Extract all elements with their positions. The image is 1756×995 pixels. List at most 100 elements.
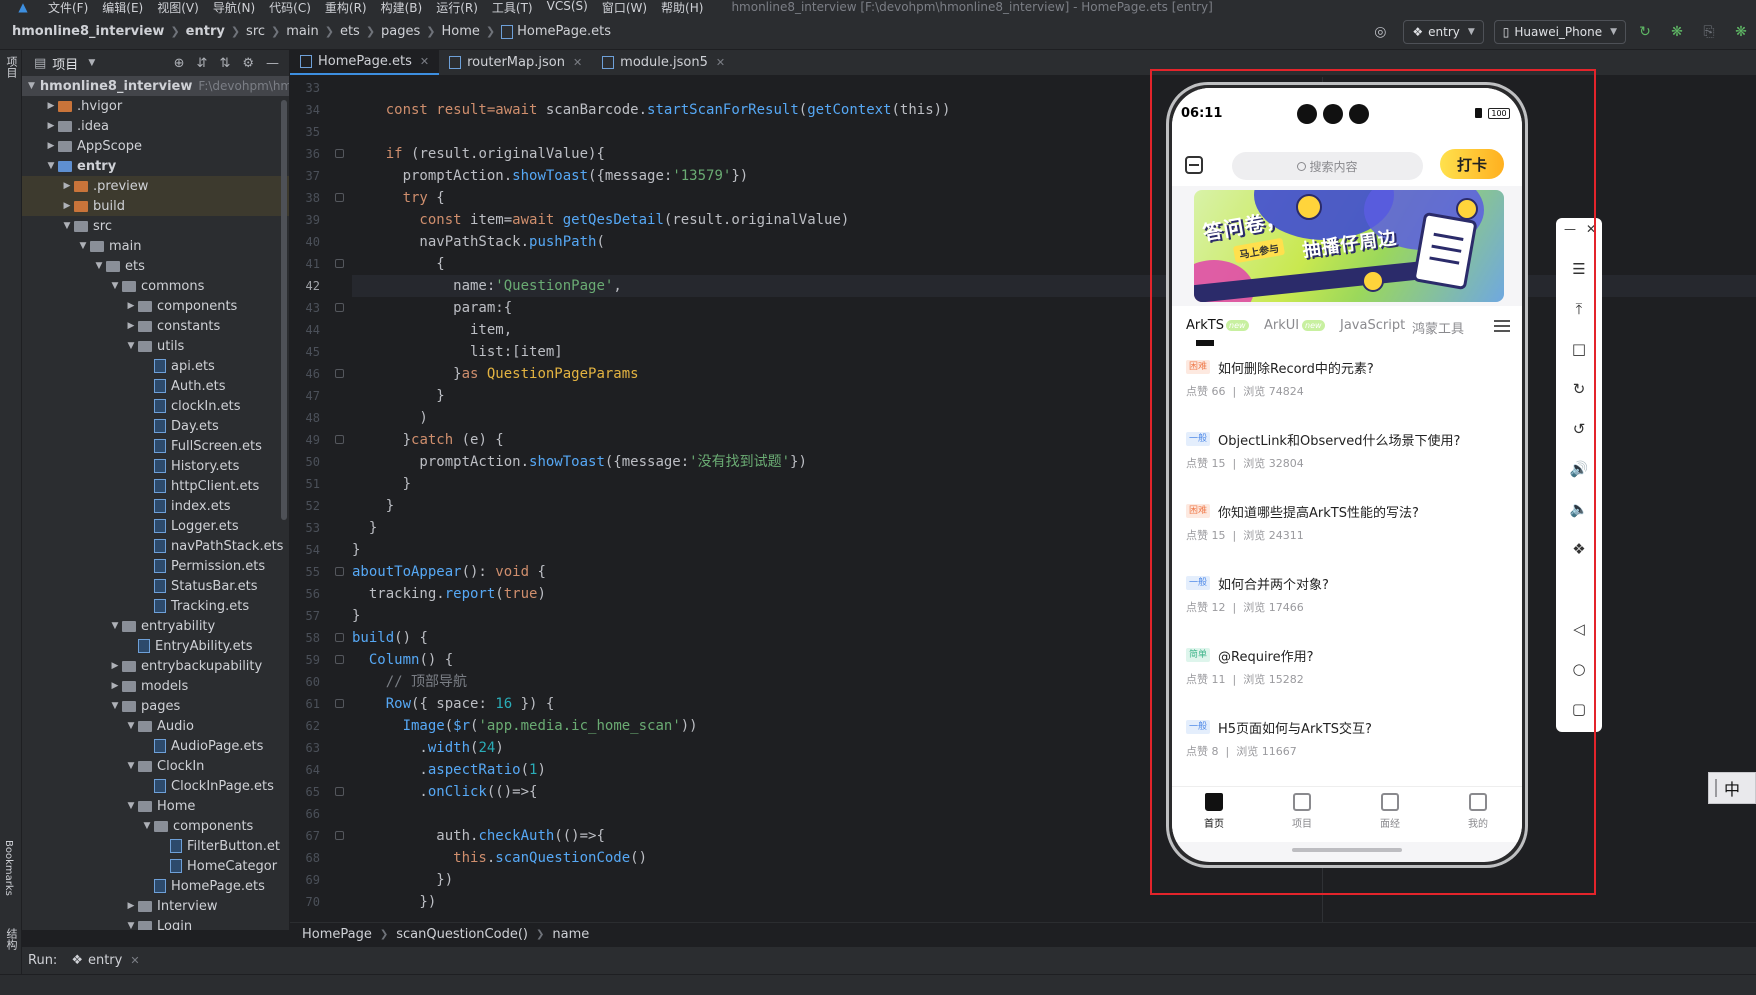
chevron-down-icon[interactable]: ▼: [124, 761, 138, 771]
chevron-down-icon[interactable]: ▼: [108, 621, 122, 631]
category-tab[interactable]: 鸿蒙工具: [1412, 318, 1470, 337]
chevron-down-icon[interactable]: ▼: [88, 58, 95, 68]
tree-item[interactable]: AudioPage.ets: [22, 736, 289, 756]
tree-item[interactable]: Auth.ets: [22, 376, 289, 396]
code-line[interactable]: try {: [352, 187, 1756, 209]
debug-icon[interactable]: ❋: [1668, 23, 1686, 41]
question-item[interactable]: 一般 ObjectLink和Observed什么场景下使用? 点赞 15 | 浏览 32…: [1172, 418, 1522, 490]
editor-tab[interactable]: routerMap.json ✕: [439, 49, 592, 75]
minimize-icon[interactable]: —: [266, 56, 279, 71]
tree-item[interactable]: StatusBar.ets: [22, 576, 289, 596]
chevron-down-icon[interactable]: ▼: [124, 801, 138, 811]
code-line[interactable]: }: [352, 517, 1756, 539]
code-line[interactable]: item,: [352, 319, 1756, 341]
code-editor[interactable]: const result=await scanBarcode.startScan…: [352, 77, 1756, 922]
bookmarks-tool-button[interactable]: Bookmarks: [3, 840, 14, 896]
fold-marker-icon[interactable]: [335, 655, 344, 664]
code-line[interactable]: }: [352, 473, 1756, 495]
tree-scrollbar[interactable]: [281, 100, 287, 520]
code-line[interactable]: navPathStack.pushPath(: [352, 231, 1756, 253]
code-line[interactable]: [352, 77, 1756, 99]
fold-marker-icon[interactable]: [335, 699, 344, 708]
tree-item[interactable]: Permission.ets: [22, 556, 289, 576]
tree-item[interactable]: Logger.ets: [22, 516, 289, 536]
chevron-right-icon[interactable]: ▶: [108, 661, 122, 671]
fold-marker-icon[interactable]: [335, 787, 344, 796]
close-icon[interactable]: ✕: [1586, 222, 1596, 236]
question-item[interactable]: 困难 如何删除Record中的元素? 点赞 66 | 浏览 74824: [1172, 346, 1522, 418]
gear-icon[interactable]: ⚙: [242, 56, 254, 71]
attach-debugger-icon[interactable]: ⎘: [1700, 23, 1718, 41]
code-line[interactable]: promptAction.showToast({message:'没有找到试题'…: [352, 451, 1756, 473]
chevron-right-icon[interactable]: ▶: [44, 101, 58, 111]
code-line[interactable]: aboutToAppear(): void {: [352, 561, 1756, 583]
code-line[interactable]: }): [352, 891, 1756, 913]
chevron-down-icon[interactable]: ▼: [60, 221, 74, 231]
fold-marker-icon[interactable]: [335, 303, 344, 312]
tree-item[interactable]: FilterButton.et: [22, 836, 289, 856]
locate-icon[interactable]: ⊕: [174, 56, 185, 71]
bottom-tab-3[interactable]: 面经: [1360, 793, 1420, 830]
code-line[interactable]: }: [352, 539, 1756, 561]
code-line[interactable]: if (result.originalValue){: [352, 143, 1756, 165]
fold-marker-icon[interactable]: [335, 831, 344, 840]
category-tab[interactable]: ArkUI: [1264, 318, 1299, 333]
code-line[interactable]: [352, 803, 1756, 825]
tree-item[interactable]: index.ets: [22, 496, 289, 516]
rotate-icon[interactable]: ↻: [1556, 378, 1602, 400]
tree-item[interactable]: clockIn.ets: [22, 396, 289, 416]
tree-item[interactable]: ▶ .hvigor: [22, 96, 289, 116]
fold-marker-icon[interactable]: [335, 149, 344, 158]
category-tab[interactable]: ArkTS: [1186, 318, 1224, 333]
tree-item[interactable]: HomeCategor: [22, 856, 289, 876]
chevron-down-icon[interactable]: ▼: [108, 281, 122, 291]
pin-top-icon[interactable]: ⤒: [1556, 298, 1602, 320]
chevron-down-icon[interactable]: ▼: [28, 81, 35, 91]
tree-item[interactable]: History.ets: [22, 456, 289, 476]
chevron-down-icon[interactable]: ▼: [124, 341, 138, 351]
code-line[interactable]: {: [352, 253, 1756, 275]
code-line[interactable]: .width(24): [352, 737, 1756, 759]
bottom-tab-1[interactable]: 首页: [1184, 793, 1244, 830]
chevron-down-icon[interactable]: ▼: [140, 821, 154, 831]
fold-marker-icon[interactable]: [335, 435, 344, 444]
editor-tab[interactable]: module.json5 ✕: [592, 49, 735, 75]
breadcrumb-item[interactable]: HomePage.ets: [517, 24, 611, 39]
volume-up-icon[interactable]: 🔊: [1556, 458, 1602, 480]
chevron-right-icon[interactable]: ▶: [124, 301, 138, 311]
fold-marker-icon[interactable]: [335, 633, 344, 642]
tree-item[interactable]: ▼ Login: [22, 916, 289, 930]
category-tab[interactable]: JavaScript: [1340, 318, 1405, 333]
project-panel-title[interactable]: 项目: [52, 54, 78, 73]
back-icon[interactable]: ◁: [1556, 618, 1602, 640]
chevron-right-icon[interactable]: ▶: [124, 321, 138, 331]
volume-down-icon[interactable]: 🔈: [1556, 498, 1602, 520]
tree-item[interactable]: ▶ .idea: [22, 116, 289, 136]
minimize-icon[interactable]: —: [1564, 222, 1576, 236]
rotate-reverse-icon[interactable]: ↺: [1556, 418, 1602, 440]
tree-item[interactable]: ▼ src: [22, 216, 289, 236]
breadcrumb-item[interactable]: src: [246, 24, 265, 39]
home-icon[interactable]: ○: [1556, 658, 1602, 680]
chevron-down-icon[interactable]: ▼: [124, 921, 138, 930]
structure-tool-button[interactable]: 结构: [3, 928, 19, 950]
tree-item[interactable]: ▼ entryability: [22, 616, 289, 636]
chevron-right-icon[interactable]: ▶: [124, 901, 138, 911]
run-config-dropdown[interactable]: ❖ entry ▼: [1403, 20, 1484, 44]
device-dropdown[interactable]: ▯ Huawei_Phone ▼: [1493, 20, 1626, 44]
code-line[interactable]: // 顶部导航: [352, 671, 1756, 693]
code-line[interactable]: Row({ space: 16 }) {: [352, 693, 1756, 715]
search-input[interactable]: 搜索内容: [1232, 152, 1423, 180]
collapse-all-icon[interactable]: ⇅: [219, 56, 230, 71]
tree-item[interactable]: Day.ets: [22, 416, 289, 436]
tree-item[interactable]: ▼ main: [22, 236, 289, 256]
tree-item[interactable]: ▼ pages: [22, 696, 289, 716]
tree-item[interactable]: ▼ Home: [22, 796, 289, 816]
code-line[interactable]: const item=await getQesDetail(result.ori…: [352, 209, 1756, 231]
bottom-tab-4[interactable]: 我的: [1448, 793, 1508, 830]
code-line[interactable]: [352, 121, 1756, 143]
close-icon[interactable]: ✕: [130, 954, 139, 967]
code-line[interactable]: ): [352, 407, 1756, 429]
tree-item[interactable]: FullScreen.ets: [22, 436, 289, 456]
chevron-down-icon[interactable]: ▼: [108, 701, 122, 711]
